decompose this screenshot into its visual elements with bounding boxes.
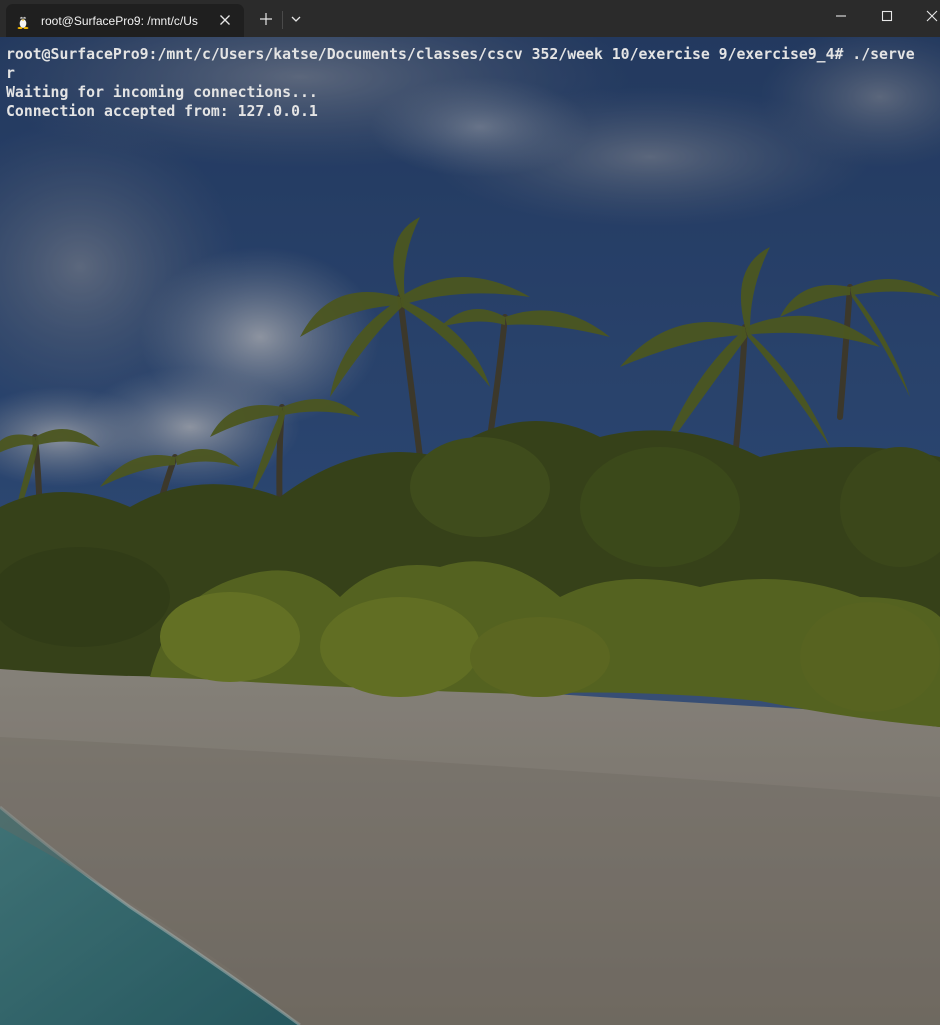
close-window-button[interactable] [910, 0, 940, 32]
terminal-line: Connection accepted from: 127.0.0.1 [6, 103, 318, 120]
minimize-button[interactable] [818, 0, 864, 32]
terminal-cursor-line[interactable] [6, 121, 934, 140]
terminal-window: root@SurfacePro9: /mnt/c/Us root@Surface… [0, 0, 940, 1025]
terminal-output[interactable]: root@SurfacePro9:/mnt/c/Users/katse/Docu… [6, 45, 934, 140]
maximize-icon [881, 10, 893, 22]
terminal-line: r [6, 65, 15, 82]
terminal-line: Waiting for incoming connections... [6, 84, 318, 101]
terminal-line: root@SurfacePro9:/mnt/c/Users/katse/Docu… [6, 46, 915, 63]
terminal-background-overlay [0, 37, 940, 1025]
plus-icon[interactable] [256, 9, 276, 29]
linux-penguin-icon [16, 13, 30, 29]
terminal-pane[interactable]: root@SurfacePro9:/mnt/c/Users/katse/Docu… [0, 37, 940, 1025]
close-tab-icon[interactable] [216, 11, 234, 29]
minimize-icon [836, 15, 846, 17]
close-icon [926, 10, 938, 22]
tab-terminal[interactable]: root@SurfacePro9: /mnt/c/Us [6, 4, 244, 37]
title-bar[interactable]: root@SurfacePro9: /mnt/c/Us [0, 0, 940, 37]
chevron-down-icon[interactable] [288, 11, 304, 27]
tab-title: root@SurfacePro9: /mnt/c/Us [41, 14, 198, 28]
maximize-button[interactable] [864, 0, 910, 32]
toolbar-divider [282, 11, 283, 29]
